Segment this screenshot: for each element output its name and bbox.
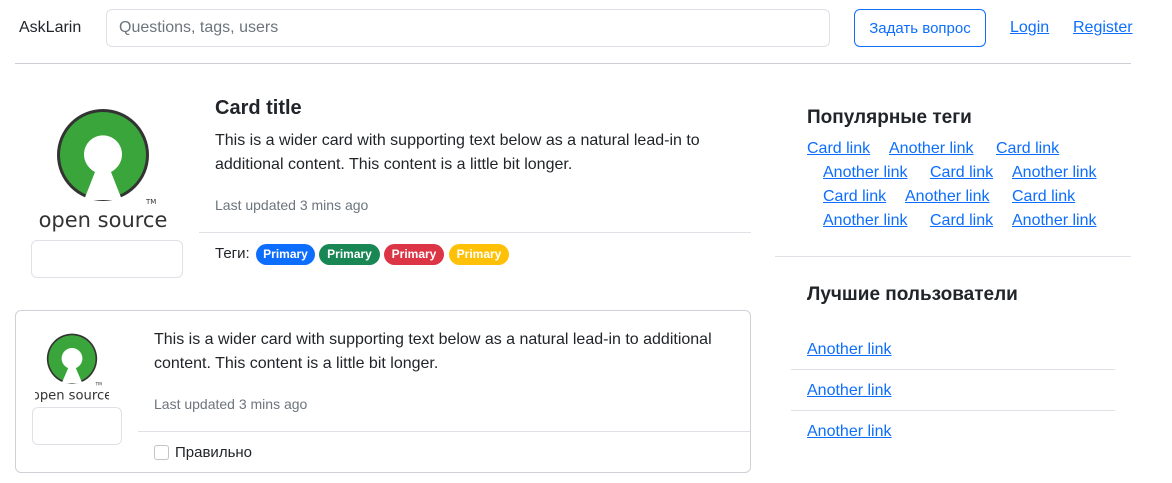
svg-text:TM: TM [145, 198, 156, 206]
correct-checkbox[interactable] [154, 445, 169, 460]
popular-tag-link[interactable]: Card link [1012, 188, 1075, 206]
register-link[interactable]: Register [1073, 19, 1133, 37]
keyhole-icon [46, 333, 98, 384]
popular-tag-link[interactable]: Another link [823, 212, 908, 230]
rating-box[interactable] [32, 407, 122, 445]
tag-badge[interactable]: Primary [319, 244, 380, 265]
popular-tag-link[interactable]: Card link [807, 140, 870, 158]
question-updated: Last updated 3 mins ago [215, 197, 369, 213]
open-source-logo: TM open source [35, 333, 109, 402]
answer-divider [138, 431, 750, 432]
popular-tag-link[interactable]: Another link [905, 188, 990, 206]
popular-tag-link[interactable]: Card link [930, 212, 993, 230]
tags-label: Теги: [215, 245, 250, 262]
search-input[interactable] [106, 9, 830, 47]
best-user-link[interactable]: Another link [807, 423, 892, 441]
rating-box[interactable] [31, 240, 183, 278]
logo-text: open source [39, 208, 168, 232]
keyhole-icon [57, 109, 149, 201]
user-divider [791, 369, 1115, 370]
best-user-link[interactable]: Another link [807, 382, 892, 400]
best-users-title: Лучшие пользователи [807, 284, 1018, 305]
answer-text: This is a wider card with supporting tex… [154, 331, 712, 372]
best-user-link[interactable]: Another link [807, 341, 892, 359]
question-divider [199, 232, 751, 233]
question-title[interactable]: Card title [215, 97, 302, 120]
question-text: This is a wider card with supporting tex… [215, 132, 700, 173]
svg-text:TM: TM [95, 382, 103, 388]
tag-badge[interactable]: Primary [384, 244, 444, 265]
ask-question-button[interactable]: Задать вопрос [854, 9, 986, 47]
brand[interactable]: AskLarin [19, 19, 81, 37]
logo-text: open source [35, 388, 109, 402]
popular-tag-link[interactable]: Another link [889, 140, 974, 158]
answer-updated: Last updated 3 mins ago [154, 396, 308, 412]
popular-tag-link[interactable]: Another link [1012, 212, 1097, 230]
header-divider [15, 63, 1131, 64]
popular-tag-link[interactable]: Card link [823, 188, 886, 206]
popular-tags-title: Популярные теги [807, 107, 972, 128]
popular-tag-link[interactable]: Card link [996, 140, 1059, 158]
login-link[interactable]: Login [1010, 19, 1049, 37]
open-source-logo: TM open source [39, 109, 168, 232]
popular-tag-link[interactable]: Card link [930, 164, 993, 182]
tag-badge[interactable]: Primary [256, 244, 315, 265]
popular-tag-link[interactable]: Another link [1012, 164, 1097, 182]
popular-tag-link[interactable]: Another link [823, 164, 908, 182]
tag-badge[interactable]: Primary [449, 244, 509, 265]
sidebar-divider [775, 256, 1131, 257]
correct-checkbox-label[interactable]: Правильно [175, 444, 252, 461]
user-divider [791, 410, 1115, 411]
